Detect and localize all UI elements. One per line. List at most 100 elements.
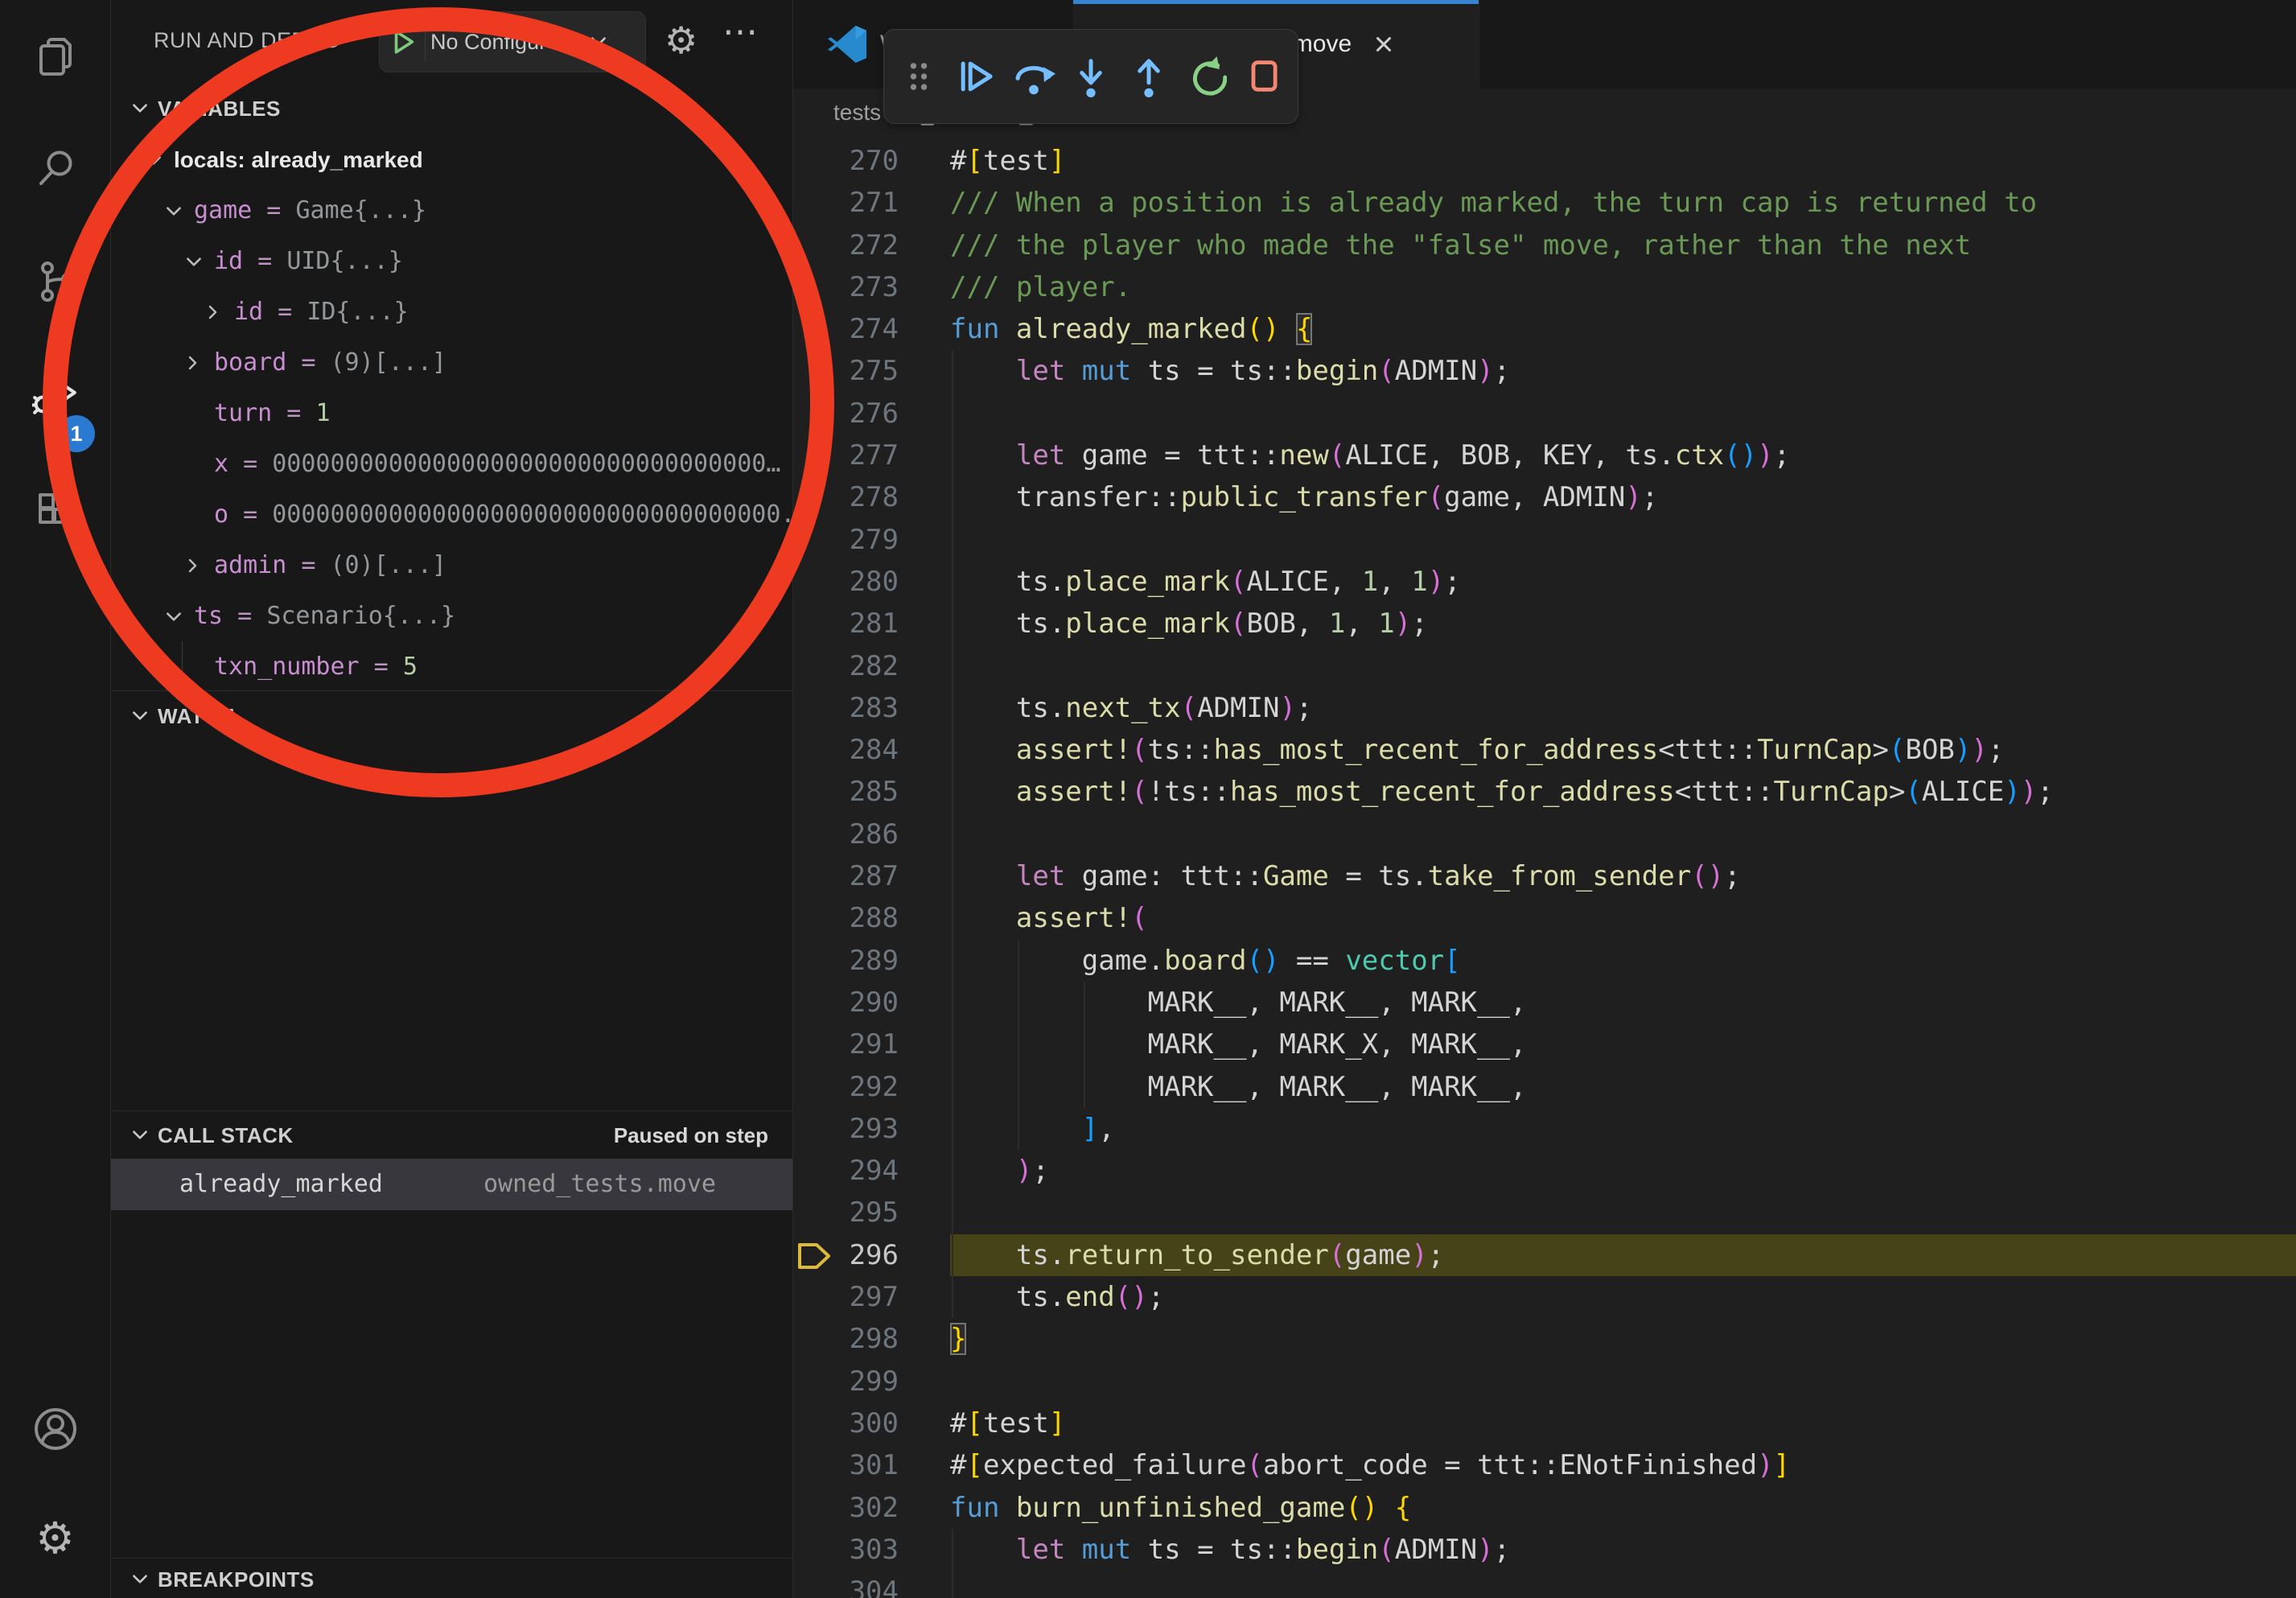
line-number[interactable]: 300: [793, 1402, 899, 1444]
line-number[interactable]: 294: [793, 1150, 899, 1192]
step-out-button[interactable]: [1125, 53, 1172, 100]
code-line-295[interactable]: 295: [793, 1192, 2296, 1234]
variable-row-ts[interactable]: ts = Scenario{...}: [111, 591, 792, 641]
code-line-270[interactable]: 270#[test]: [793, 140, 2296, 182]
code-line-301[interactable]: 301#[expected_failure(abort_code = ttt::…: [793, 1444, 2296, 1486]
line-number[interactable]: 270: [793, 140, 899, 182]
line-number[interactable]: 303: [793, 1529, 899, 1571]
line-number[interactable]: 278: [793, 476, 899, 518]
line-number[interactable]: 302: [793, 1487, 899, 1529]
code-line-283[interactable]: 283 ts.next_tx(ADMIN);: [793, 687, 2296, 729]
code-line-273[interactable]: 273/// player.: [793, 266, 2296, 308]
activity-item-search[interactable]: [0, 113, 110, 225]
variable-row-turn[interactable]: turn = 1: [111, 388, 792, 439]
code-line-287[interactable]: 287 let game: ttt::Game = ts.take_from_s…: [793, 855, 2296, 897]
variable-row-id[interactable]: id = ID{...}: [111, 286, 792, 337]
code-line-279[interactable]: 279: [793, 519, 2296, 561]
code-line-300[interactable]: 300#[test]: [793, 1402, 2296, 1444]
call-stack-section-header[interactable]: CALL STACK Paused on step: [111, 1114, 792, 1157]
variables-section-header[interactable]: VARIABLES: [111, 85, 792, 132]
drag-handle-button[interactable]: [895, 53, 942, 100]
step-into-button[interactable]: [1068, 53, 1114, 100]
start-debug-icon[interactable]: [389, 28, 417, 56]
code-line-289[interactable]: 289 game.board() == vector[: [793, 940, 2296, 982]
line-number[interactable]: 275: [793, 350, 899, 392]
code-line-288[interactable]: 288 assert!(: [793, 897, 2296, 939]
code-line-277[interactable]: 277 let game = ttt::new(ALICE, BOB, KEY,…: [793, 435, 2296, 476]
line-number[interactable]: 282: [793, 645, 899, 687]
code-line-290[interactable]: 290 MARK__, MARK__, MARK__,: [793, 982, 2296, 1023]
breadcrumb-item[interactable]: tests: [833, 100, 881, 126]
line-number[interactable]: 285: [793, 771, 899, 813]
line-number[interactable]: 290: [793, 982, 899, 1023]
variable-row[interactable]: locals: already_marked: [111, 134, 792, 185]
variable-row-x[interactable]: x = 0000000000000000000000000000000000…: [111, 439, 792, 489]
activity-item-extensions[interactable]: [0, 451, 110, 563]
line-number[interactable]: 291: [793, 1023, 899, 1065]
code-line-276[interactable]: 276: [793, 393, 2296, 435]
code-line-298[interactable]: 298}: [793, 1318, 2296, 1360]
debug-config-dropdown[interactable]: No Configur: [379, 11, 646, 72]
line-number[interactable]: 299: [793, 1361, 899, 1402]
code-line-271[interactable]: 271/// When a position is already marked…: [793, 182, 2296, 224]
line-number[interactable]: 297: [793, 1276, 899, 1318]
line-number[interactable]: 292: [793, 1066, 899, 1108]
code-editor[interactable]: 270#[test]271/// When a position is alre…: [793, 140, 2296, 1598]
code-line-278[interactable]: 278 transfer::public_transfer(game, ADMI…: [793, 476, 2296, 518]
line-number[interactable]: 273: [793, 266, 899, 308]
step-over-button[interactable]: [1010, 53, 1057, 100]
line-number[interactable]: 271: [793, 182, 899, 224]
line-number[interactable]: 288: [793, 897, 899, 939]
variable-row-txn_number[interactable]: txn_number = 5: [111, 641, 792, 692]
code-line-292[interactable]: 292 MARK__, MARK__, MARK__,: [793, 1066, 2296, 1108]
variable-row-admin[interactable]: admin = (0)[...]: [111, 540, 792, 591]
code-line-282[interactable]: 282: [793, 645, 2296, 687]
line-number[interactable]: 296: [793, 1234, 899, 1276]
code-line-286[interactable]: 286: [793, 813, 2296, 855]
close-icon[interactable]: [1371, 31, 1397, 57]
variable-row-board[interactable]: board = (9)[...]: [111, 337, 792, 388]
activity-item-account[interactable]: [0, 1374, 110, 1484]
watch-section-header[interactable]: WATCH: [111, 694, 792, 739]
line-number[interactable]: 284: [793, 729, 899, 771]
stack-frame[interactable]: already_markedowned_tests.move: [111, 1159, 792, 1210]
activity-item-explorer[interactable]: [0, 0, 110, 113]
line-number[interactable]: 276: [793, 393, 899, 435]
line-number[interactable]: 286: [793, 813, 899, 855]
code-line-274[interactable]: 274fun already_marked() {: [793, 308, 2296, 350]
line-number[interactable]: 304: [793, 1571, 899, 1598]
line-number[interactable]: 295: [793, 1192, 899, 1234]
line-number[interactable]: 274: [793, 308, 899, 350]
code-line-299[interactable]: 299: [793, 1361, 2296, 1402]
code-line-284[interactable]: 284 assert!(ts::has_most_recent_for_addr…: [793, 729, 2296, 771]
line-number[interactable]: 272: [793, 224, 899, 266]
variable-row-o[interactable]: o = 00000000000000000000000000000000000.: [111, 489, 792, 540]
line-number[interactable]: 279: [793, 519, 899, 561]
line-number[interactable]: 287: [793, 855, 899, 897]
line-number[interactable]: 281: [793, 603, 899, 645]
code-line-302[interactable]: 302fun burn_unfinished_game() {: [793, 1487, 2296, 1529]
line-number[interactable]: 298: [793, 1318, 899, 1360]
code-line-294[interactable]: 294 );: [793, 1150, 2296, 1192]
variable-row-id[interactable]: id = UID{...}: [111, 236, 792, 286]
code-line-285[interactable]: 285 assert!(!ts::has_most_recent_for_add…: [793, 771, 2296, 813]
activity-item-source-control[interactable]: [0, 225, 110, 338]
code-line-272[interactable]: 272/// the player who made the "false" m…: [793, 224, 2296, 266]
code-line-280[interactable]: 280 ts.place_mark(ALICE, 1, 1);: [793, 561, 2296, 603]
debug-settings-gear-icon[interactable]: ⚙: [665, 22, 697, 59]
line-number[interactable]: 277: [793, 435, 899, 476]
variable-row-game[interactable]: game = Game{...}: [111, 185, 792, 236]
breakpoints-section-header[interactable]: BREAKPOINTS: [111, 1561, 792, 1598]
line-number[interactable]: 301: [793, 1444, 899, 1486]
continue-button[interactable]: [953, 53, 999, 100]
code-line-296[interactable]: 296 ts.return_to_sender(game);: [793, 1234, 2296, 1276]
activity-item-run-and-debug[interactable]: 1: [0, 338, 110, 451]
more-actions-icon[interactable]: ⋯: [722, 11, 760, 52]
code-line-303[interactable]: 303 let mut ts = ts::begin(ADMIN);: [793, 1529, 2296, 1571]
code-line-297[interactable]: 297 ts.end();: [793, 1276, 2296, 1318]
line-number[interactable]: 280: [793, 561, 899, 603]
line-number[interactable]: 283: [793, 687, 899, 729]
code-line-281[interactable]: 281 ts.place_mark(BOB, 1, 1);: [793, 603, 2296, 645]
code-line-304[interactable]: 304: [793, 1571, 2296, 1598]
activity-item-settings[interactable]: ⚙: [0, 1484, 110, 1593]
